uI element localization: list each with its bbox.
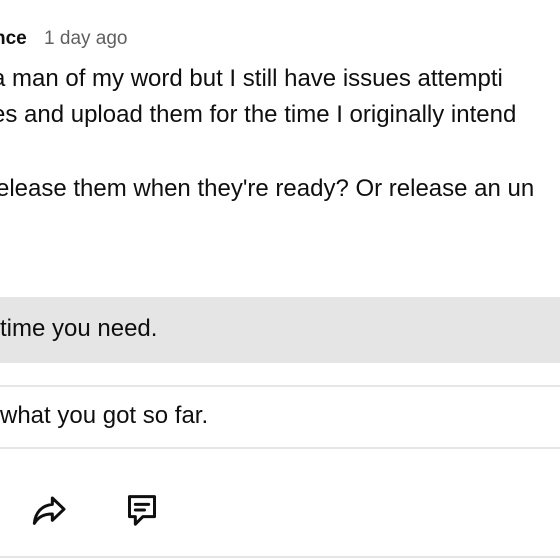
comment-icon — [128, 495, 156, 526]
post-timestamp[interactable]: 1 day ago — [44, 28, 127, 49]
post-header: nce 1 day ago — [0, 27, 128, 51]
author-name[interactable]: nce — [0, 28, 27, 49]
comment-button[interactable] — [120, 488, 164, 532]
bottom-divider — [0, 556, 560, 558]
community-post: nce 1 day ago a man of my word but I sti… — [0, 0, 560, 560]
share-icon — [32, 496, 66, 525]
post-body-line-3: release them when they're ready? Or rele… — [0, 175, 535, 202]
poll-option-2[interactable]: what you got so far. — [0, 385, 560, 449]
post-body-line-1: a man of my word but I still have issues… — [0, 65, 503, 92]
poll-option-1[interactable]: time you need. — [0, 297, 560, 363]
share-button[interactable] — [27, 488, 71, 532]
poll-option-2-label: what you got so far. — [0, 402, 209, 429]
post-body-line-2: es and upload them for the time I origin… — [0, 101, 517, 128]
poll-option-1-label: time you need. — [0, 315, 158, 342]
